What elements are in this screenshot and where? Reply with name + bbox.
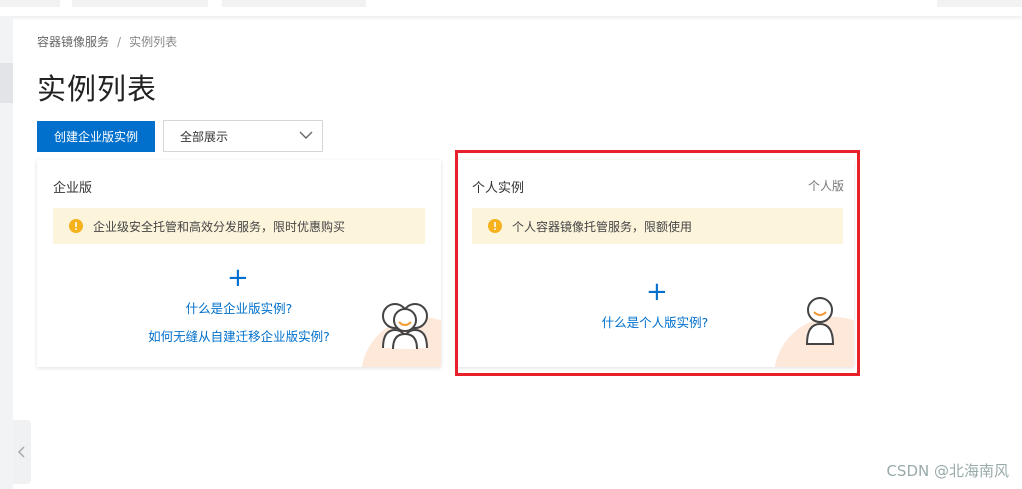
what-is-personal-link[interactable]: 什么是个人版实例?: [456, 312, 854, 331]
create-enterprise-instance-button[interactable]: 创建企业版实例: [37, 121, 155, 152]
breadcrumb-separator: /: [117, 35, 122, 49]
people-group-icon: [382, 303, 428, 350]
notice-text: 个人容器镜像托管服务，限额使用: [512, 219, 693, 234]
notice-text: 企业级安全托管和高效分发服务，限时优惠购买: [93, 219, 346, 234]
warning-icon: [488, 219, 502, 233]
watermark: CSDN @北海南风: [886, 462, 1009, 480]
warning-icon: [69, 219, 83, 233]
top-nav-tab[interactable]: [72, 0, 208, 7]
instance-filter-select[interactable]: 全部展示: [163, 120, 323, 152]
chevron-down-icon: [299, 131, 313, 139]
top-nav-tab[interactable]: [937, 0, 1022, 7]
card-title: 企业版: [53, 181, 93, 196]
sidebar-active-marker: [0, 63, 13, 103]
sidebar-collapse-button[interactable]: [13, 420, 31, 484]
personal-instance-card[interactable]: 个人实例 个人版 个人容器镜像托管服务，限额使用 + 什么是个人版实例?: [456, 160, 854, 367]
plus-icon[interactable]: +: [227, 265, 249, 291]
page-title: 实例列表: [37, 72, 158, 106]
plus-icon[interactable]: +: [646, 279, 668, 305]
filter-selected-value: 全部展示: [180, 129, 229, 144]
edition-tag: 个人版: [807, 179, 844, 193]
top-nav-tab[interactable]: [0, 0, 60, 7]
notice-banner: 个人容器镜像托管服务，限额使用: [472, 208, 843, 244]
enterprise-instance-card: 企业版 企业级安全托管和高效分发服务，限时优惠购买 + 什么是企业版实例? 如何…: [37, 160, 441, 367]
top-nav-bar: [0, 0, 1022, 16]
breadcrumb-current: 实例列表: [129, 35, 178, 49]
notice-banner: 企业级安全托管和高效分发服务，限时优惠购买: [53, 208, 425, 244]
card-title: 个人实例: [472, 181, 525, 196]
breadcrumb-parent-link[interactable]: 容器镜像服务: [37, 35, 109, 49]
top-nav-tab[interactable]: [222, 0, 366, 7]
chevron-left-icon: [17, 446, 25, 458]
left-sidebar-rail: [0, 16, 13, 489]
breadcrumb: 容器镜像服务 / 实例列表: [37, 33, 177, 50]
person-icon: [805, 297, 835, 345]
